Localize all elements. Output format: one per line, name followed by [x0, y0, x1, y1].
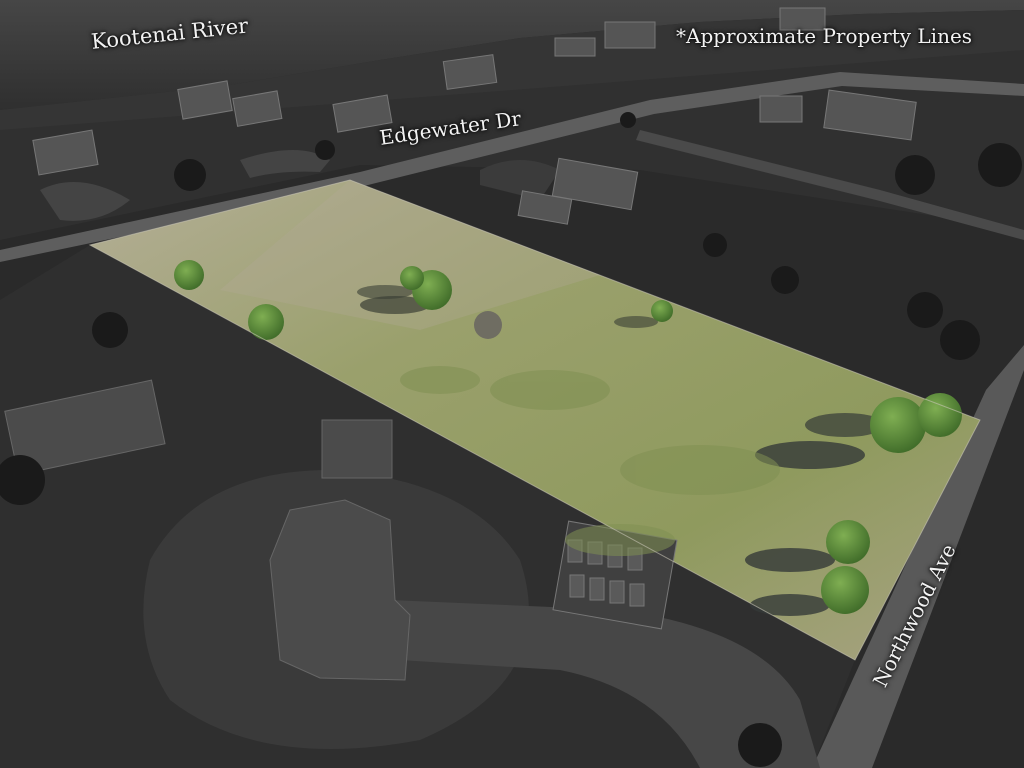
property-lines-note: *Approximate Property Lines — [676, 24, 973, 48]
